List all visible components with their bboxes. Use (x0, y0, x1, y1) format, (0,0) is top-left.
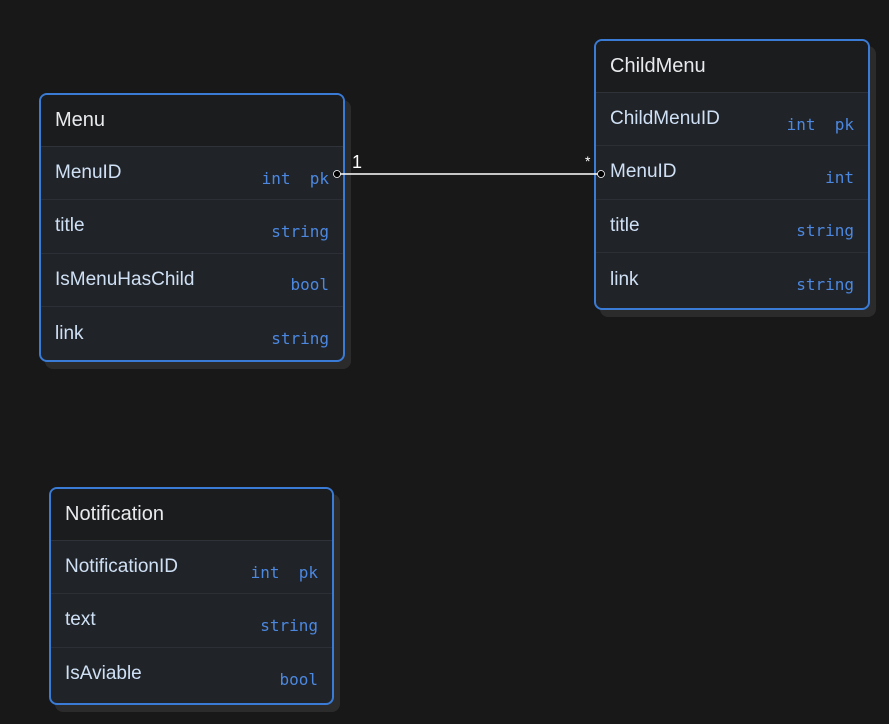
field-name: MenuID (610, 161, 677, 183)
notification-field-row[interactable]: text string (51, 594, 332, 648)
field-type: bool (279, 669, 318, 689)
field-name: NotificationID (65, 556, 178, 578)
field-type: int pk (786, 114, 854, 134)
notification-table-title: Notification (65, 503, 164, 525)
field-type: string (271, 221, 329, 241)
field-type: string (796, 221, 854, 241)
field-type: string (260, 615, 318, 635)
field-type: int pk (261, 168, 329, 188)
field-name: MenuID (55, 162, 122, 184)
childmenu-table[interactable]: ChildMenu ChildMenuID int pk MenuID int … (594, 39, 870, 310)
field-name: ChildMenuID (610, 108, 720, 130)
menu-field-row[interactable]: link string (41, 307, 343, 360)
childmenu-field-row[interactable]: title string (596, 200, 868, 253)
notification-table-header: Notification (51, 489, 332, 541)
menu-field-row[interactable]: MenuID int pk (41, 147, 343, 201)
childmenu-field-row[interactable]: MenuID int (596, 146, 868, 200)
field-type: int (825, 167, 854, 187)
menu-table-title: Menu (55, 109, 106, 131)
childmenu-field-row[interactable]: link string (596, 253, 868, 306)
field-name: link (55, 322, 84, 344)
field-type: string (271, 329, 329, 349)
field-name: title (55, 215, 85, 237)
field-name: text (65, 609, 96, 631)
relationship-one-label: 1 (352, 152, 362, 172)
childmenu-table-header: ChildMenu (596, 41, 868, 93)
field-type: string (796, 275, 854, 295)
field-type: int pk (250, 562, 318, 582)
field-type: bool (290, 275, 329, 295)
menu-table-header: Menu (41, 95, 343, 147)
menu-table[interactable]: Menu MenuID int pk title string IsMenuHa… (39, 93, 345, 362)
field-name: IsMenuHasChild (55, 268, 195, 290)
field-name: title (610, 214, 640, 236)
childmenu-field-row[interactable]: ChildMenuID int pk (596, 93, 868, 147)
field-name: IsAviable (65, 663, 142, 685)
menu-field-row[interactable]: title string (41, 200, 343, 254)
childmenu-table-title: ChildMenu (610, 55, 706, 77)
notification-table[interactable]: Notification NotificationID int pk text … (49, 487, 334, 705)
field-name: link (610, 268, 639, 290)
notification-field-row[interactable]: NotificationID int pk (51, 541, 332, 595)
menu-field-row[interactable]: IsMenuHasChild bool (41, 254, 343, 307)
relationship-many-label: * (585, 153, 591, 169)
notification-field-row[interactable]: IsAviable bool (51, 648, 332, 701)
